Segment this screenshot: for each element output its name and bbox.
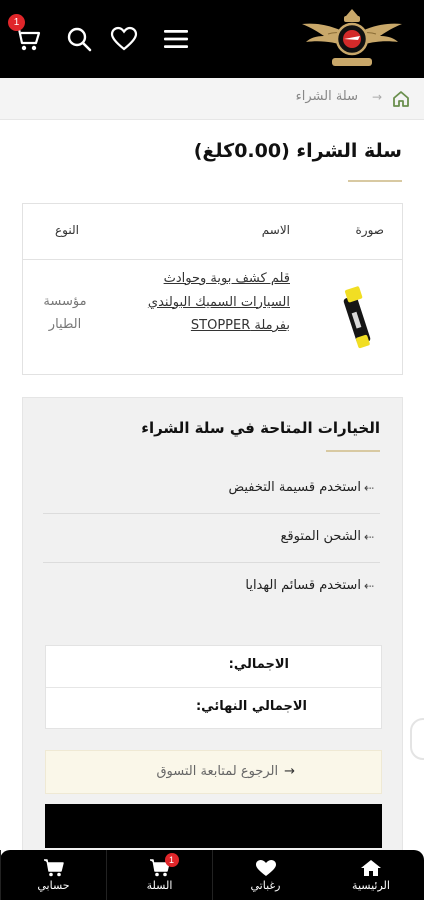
- panel-title-underline: [326, 450, 380, 452]
- nav-cart-badge: 1: [164, 852, 179, 867]
- option-label: الشحن المتوقع: [280, 529, 361, 544]
- totals-box: الاجمالي: الاجمالي النهائي:: [45, 645, 382, 729]
- breadcrumb: → سلة الشراء: [0, 78, 424, 120]
- aviation-wings-logo: [302, 9, 402, 66]
- header-cart-button[interactable]: 1: [8, 14, 42, 54]
- paint-detector-pen-image: [343, 286, 371, 349]
- cart-table: صورة الاسم النوع قلم كشف بوية وحوادث الس…: [22, 203, 403, 375]
- search-button[interactable]: [64, 24, 94, 54]
- header-image: صورة: [355, 223, 384, 237]
- arrow-right-icon: →: [284, 764, 295, 779]
- nav-wishlist-label: رغباتي: [250, 878, 281, 892]
- search-icon: [67, 27, 92, 52]
- checkout-button[interactable]: [45, 804, 382, 848]
- cart-options-panel: الخيارات المتاحة في سلة الشراء ⇠ استخدم …: [22, 397, 403, 857]
- grand-total-row: الاجمالي النهائي:: [46, 687, 381, 728]
- arrow-left-icon: ⇠: [363, 529, 374, 544]
- home-icon: [361, 859, 381, 876]
- wishlist-button[interactable]: [109, 24, 139, 54]
- nav-account[interactable]: حسابي: [0, 850, 106, 900]
- subtotal-row: الاجمالي:: [46, 646, 381, 687]
- nav-home-label: الرئيسية: [352, 878, 390, 892]
- table-header-row: صورة الاسم النوع: [23, 204, 402, 260]
- nav-home[interactable]: الرئيسية: [318, 850, 424, 900]
- subtotal-label: الاجمالي:: [228, 657, 289, 672]
- menu-icon: [164, 30, 188, 48]
- arrow-left-icon: ⇠: [363, 578, 374, 593]
- nav-cart[interactable]: 1 السلة: [106, 850, 212, 900]
- header-name: الاسم: [261, 223, 290, 237]
- page-title: سلة الشراء (0.00كلغ): [193, 140, 402, 162]
- arrow-left-icon: ⇠: [363, 480, 374, 495]
- breadcrumb-current: سلة الشراء: [295, 89, 358, 104]
- continue-shopping-button[interactable]: → الرجوع لمتابعة التسوق: [45, 750, 382, 794]
- grand-total-label: الاجمالي النهائي:: [195, 699, 307, 714]
- cart-icon: [43, 858, 64, 876]
- header-type: النوع: [55, 223, 79, 237]
- nav-wishlist[interactable]: رغباتي: [212, 850, 318, 900]
- app-header: 1: [0, 0, 424, 78]
- menu-button[interactable]: [161, 24, 191, 54]
- site-logo[interactable]: [298, 6, 406, 72]
- nav-cart-label: السلة: [146, 878, 173, 892]
- product-brand: مؤسسة الطيار: [43, 294, 87, 332]
- product-thumbnail[interactable]: [330, 282, 384, 354]
- nav-account-label: حسابي: [37, 878, 70, 892]
- bottom-navigation: الرئيسية رغباتي 1 السلة حسابي: [0, 850, 424, 900]
- option-label: استخدم قسيمة التخفيض: [228, 480, 361, 495]
- coupon-option[interactable]: ⇠ استخدم قسيمة التخفيض: [43, 466, 380, 514]
- title-underline: [348, 180, 402, 182]
- gift-voucher-option[interactable]: ⇠ استخدم قسائم الهدايا: [43, 564, 380, 612]
- side-drawer-handle[interactable]: [410, 718, 424, 760]
- continue-shopping-label: الرجوع لمتابعة التسوق: [156, 764, 279, 779]
- breadcrumb-home-link[interactable]: [392, 90, 410, 108]
- breadcrumb-separator: →: [371, 90, 382, 104]
- nav-cart-icon-wrap: 1: [149, 852, 179, 877]
- option-label: استخدم قسائم الهدايا: [245, 578, 361, 593]
- heart-icon: [110, 26, 138, 51]
- product-name-link[interactable]: قلم كشف بوية وحوادث السيارات السميك البو…: [130, 267, 290, 338]
- panel-title: الخيارات المتاحة في سلة الشراء: [141, 419, 380, 437]
- cart-count-badge: 1: [8, 14, 25, 31]
- shipping-estimate-option[interactable]: ⇠ الشحن المتوقع: [43, 515, 380, 563]
- heart-icon: [255, 859, 276, 876]
- home-icon: [393, 91, 409, 107]
